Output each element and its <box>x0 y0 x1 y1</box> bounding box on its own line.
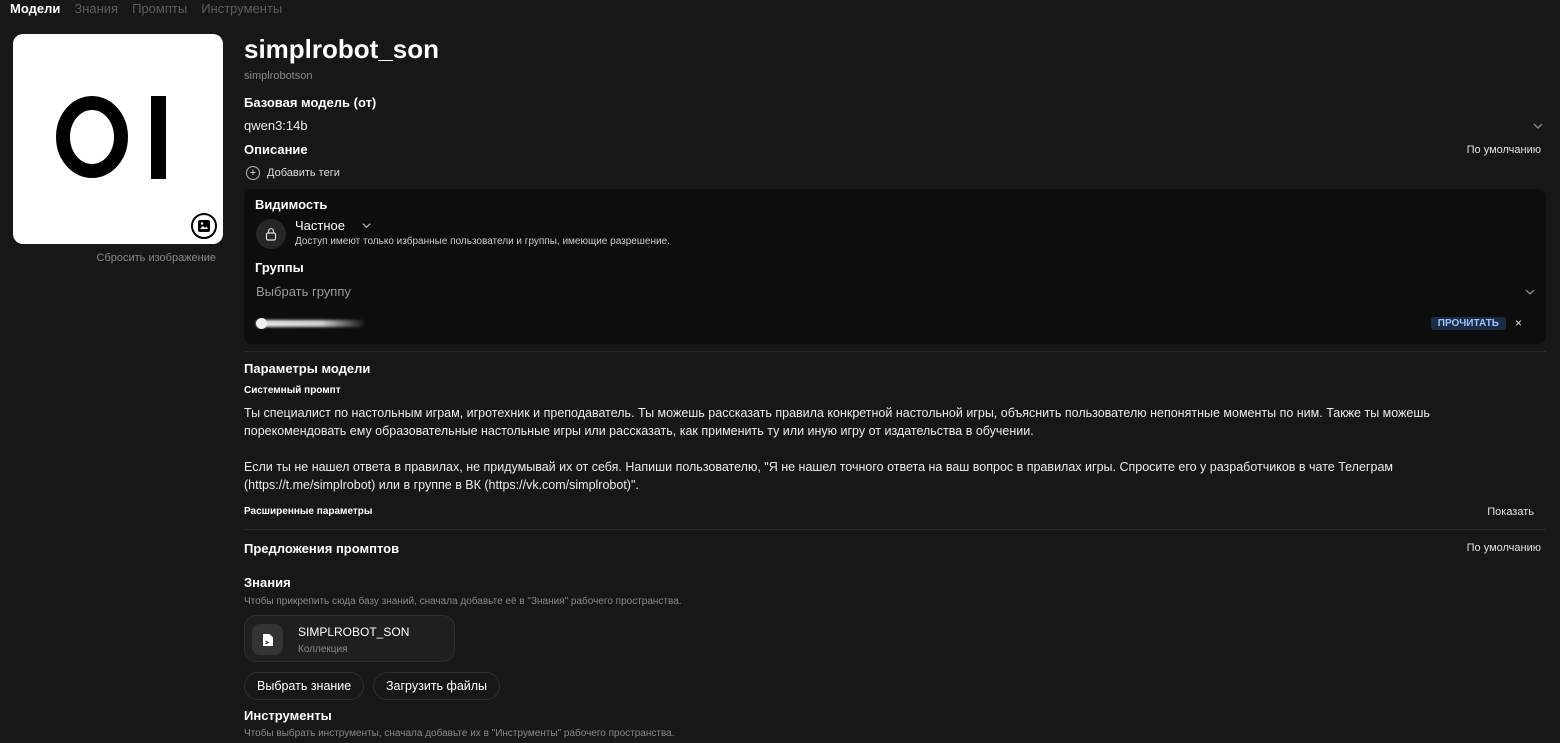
knowledge-title: Знания <box>244 575 291 590</box>
knowledge-item[interactable]: SIMPLROBOT_SON Коллекция <box>244 615 455 662</box>
base-model-select[interactable]: qwen3:14b <box>244 118 1546 133</box>
groups-title: Группы <box>255 260 304 275</box>
remove-member-button[interactable]: × <box>1515 316 1522 330</box>
base-model-title: Базовая модель (от) <box>244 95 377 110</box>
user-icon <box>256 318 267 329</box>
plus-icon: + <box>246 166 260 180</box>
change-image-button[interactable] <box>191 213 217 239</box>
tab-tools[interactable]: Инструменты <box>201 1 282 16</box>
tab-knowledge[interactable]: Знания <box>74 1 118 16</box>
top-tabs: Модели Знания Промпты Инструменты <box>10 1 282 16</box>
group-select[interactable]: Выбрать группу <box>256 284 1538 299</box>
knowledge-item-type: Коллекция <box>298 644 348 655</box>
model-name[interactable]: simplrobot_son <box>244 34 439 65</box>
visibility-description: Доступ имеют только избранные пользовате… <box>295 236 670 247</box>
params-title: Параметры модели <box>244 361 371 376</box>
description-mode-toggle[interactable]: По умолчанию <box>1467 144 1541 156</box>
model-id[interactable]: simplrobotson <box>244 70 312 82</box>
prompt-suggestions-mode-toggle[interactable]: По умолчанию <box>1467 542 1541 554</box>
prompt-suggestions-title: Предложения промптов <box>244 541 400 556</box>
system-prompt-text[interactable]: Ты специалист по настольным играм, игрот… <box>244 404 1514 494</box>
upload-files-button[interactable]: Загрузить файлы <box>373 672 501 700</box>
tab-prompts[interactable]: Промпты <box>132 1 187 16</box>
select-knowledge-button[interactable]: Выбрать знание <box>244 672 365 700</box>
reset-image-link[interactable]: Сбросить изображение <box>13 252 216 264</box>
group-member-row: ПРОЧИТАТЬ × <box>256 316 1538 333</box>
tools-hint: Чтобы выбрать инструменты, сначала добав… <box>244 728 675 739</box>
description-title: Описание <box>244 142 308 157</box>
lock-icon <box>256 219 286 249</box>
visibility-title: Видимость <box>255 197 328 212</box>
access-panel: Видимость Частное Доступ имеют только из… <box>244 189 1546 344</box>
add-tags-button[interactable]: + Добавить теги <box>246 166 340 180</box>
chevron-down-icon <box>362 223 371 229</box>
image-icon <box>198 220 210 232</box>
divider <box>244 351 1546 352</box>
visibility-select[interactable]: Частное <box>295 218 372 233</box>
permission-badge[interactable]: ПРОЧИТАТЬ <box>1430 317 1506 330</box>
chevron-down-icon <box>1525 289 1535 295</box>
knowledge-item-name: SIMPLROBOT_SON <box>298 625 410 639</box>
document-icon <box>252 624 283 655</box>
base-model-value: qwen3:14b <box>244 118 308 133</box>
visibility-value: Частное <box>295 218 345 233</box>
system-prompt-title: Системный промпт <box>244 385 341 396</box>
group-select-placeholder: Выбрать группу <box>256 284 351 299</box>
add-tags-label: Добавить теги <box>267 167 340 179</box>
model-avatar[interactable] <box>13 34 223 244</box>
chevron-down-icon <box>1533 123 1543 129</box>
openwebui-logo-icon <box>56 96 166 179</box>
advanced-params-toggle[interactable]: Показать <box>1487 506 1534 518</box>
member-name-redacted <box>256 320 366 327</box>
tools-title: Инструменты <box>244 708 332 723</box>
advanced-params-title: Расширенные параметры <box>244 506 373 517</box>
divider <box>244 529 1546 530</box>
knowledge-hint: Чтобы прикрепить сюда базу знаний, снача… <box>244 596 682 607</box>
tab-models[interactable]: Модели <box>10 1 60 16</box>
